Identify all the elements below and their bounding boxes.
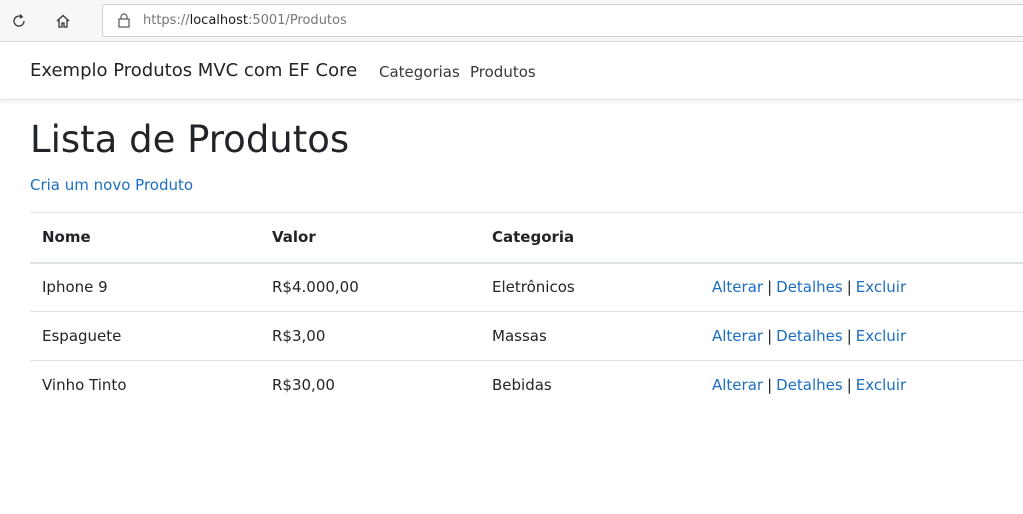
table-row: Vinho Tinto R$30,00 Bebidas Alterar | Deta… [30, 361, 1023, 410]
cell-valor: R$3,00 [260, 311, 480, 361]
reload-icon [13, 14, 25, 27]
navbar-brand[interactable]: Exemplo Produtos MVC com EF Core [30, 60, 357, 81]
reload-button[interactable] [6, 8, 32, 34]
home-icon [56, 14, 70, 28]
url-scheme: https:// [143, 13, 190, 28]
header-categoria: Categoria [480, 212, 700, 264]
table-row: Espaguete R$3,00 Massas Alterar | Detalhes… [30, 311, 1023, 361]
cell-valor: R$4.000,00 [260, 262, 480, 312]
details-link[interactable]: Detalhes [776, 327, 843, 345]
address-bar[interactable]: https://localhost:5001/Produtos [102, 4, 1023, 37]
separator: | [767, 327, 773, 345]
separator: | [767, 376, 773, 395]
header-actions [700, 212, 1023, 264]
page-title: Lista de Produtos [30, 118, 350, 161]
cell-actions: Alterar | Detalhes | Excluir [700, 361, 1023, 410]
header-valor: Valor [260, 212, 480, 264]
edit-link[interactable]: Alterar [712, 278, 763, 296]
delete-link[interactable]: Excluir [856, 278, 906, 296]
url-host: localhost [189, 13, 248, 28]
edit-link[interactable]: Alterar [712, 376, 763, 394]
separator: | [846, 376, 852, 395]
cell-categoria: Eletrônicos [480, 262, 700, 312]
lock-icon [118, 13, 130, 28]
details-link[interactable]: Detalhes [776, 376, 843, 394]
delete-link[interactable]: Excluir [856, 327, 906, 345]
app-navbar: Exemplo Produtos MVC com EF Core Categor… [0, 42, 1023, 100]
delete-link[interactable]: Excluir [856, 376, 906, 394]
nav-link-categorias[interactable]: Categorias [379, 63, 460, 81]
home-button[interactable] [50, 8, 76, 34]
separator: | [846, 327, 852, 345]
cell-nome: Iphone 9 [30, 262, 260, 312]
header-nome: Nome [30, 212, 260, 264]
cell-valor: R$30,00 [272, 376, 335, 395]
table-row: Iphone 9 R$4.000,00 Eletrônicos Alterar |… [30, 262, 1023, 312]
edit-link[interactable]: Alterar [712, 327, 763, 345]
cell-nome: Espaguete [30, 311, 260, 361]
create-product-link[interactable]: Cria um novo Produto [30, 176, 193, 194]
cell-actions: Alterar | Detalhes | Excluir [700, 311, 1023, 361]
details-link[interactable]: Detalhes [776, 278, 843, 296]
separator: | [767, 278, 773, 297]
cell-categoria: Bebidas [492, 376, 552, 395]
table-header-row: Nome Valor Categoria [30, 212, 1023, 264]
browser-toolbar: https://localhost:5001/Produtos [0, 0, 1023, 42]
url-path: :5001/Produtos [247, 13, 347, 28]
products-table: Nome Valor Categoria Iphone 9 R$4.000,00… [30, 212, 1023, 410]
url-text: https://localhost:5001/Produtos [143, 13, 347, 28]
cell-actions: Alterar | Detalhes | Excluir [700, 262, 1023, 312]
nav-link-produtos[interactable]: Produtos [470, 63, 536, 81]
separator: | [846, 278, 852, 297]
cell-categoria: Massas [480, 311, 700, 361]
cell-nome: Vinho Tinto [42, 376, 127, 395]
